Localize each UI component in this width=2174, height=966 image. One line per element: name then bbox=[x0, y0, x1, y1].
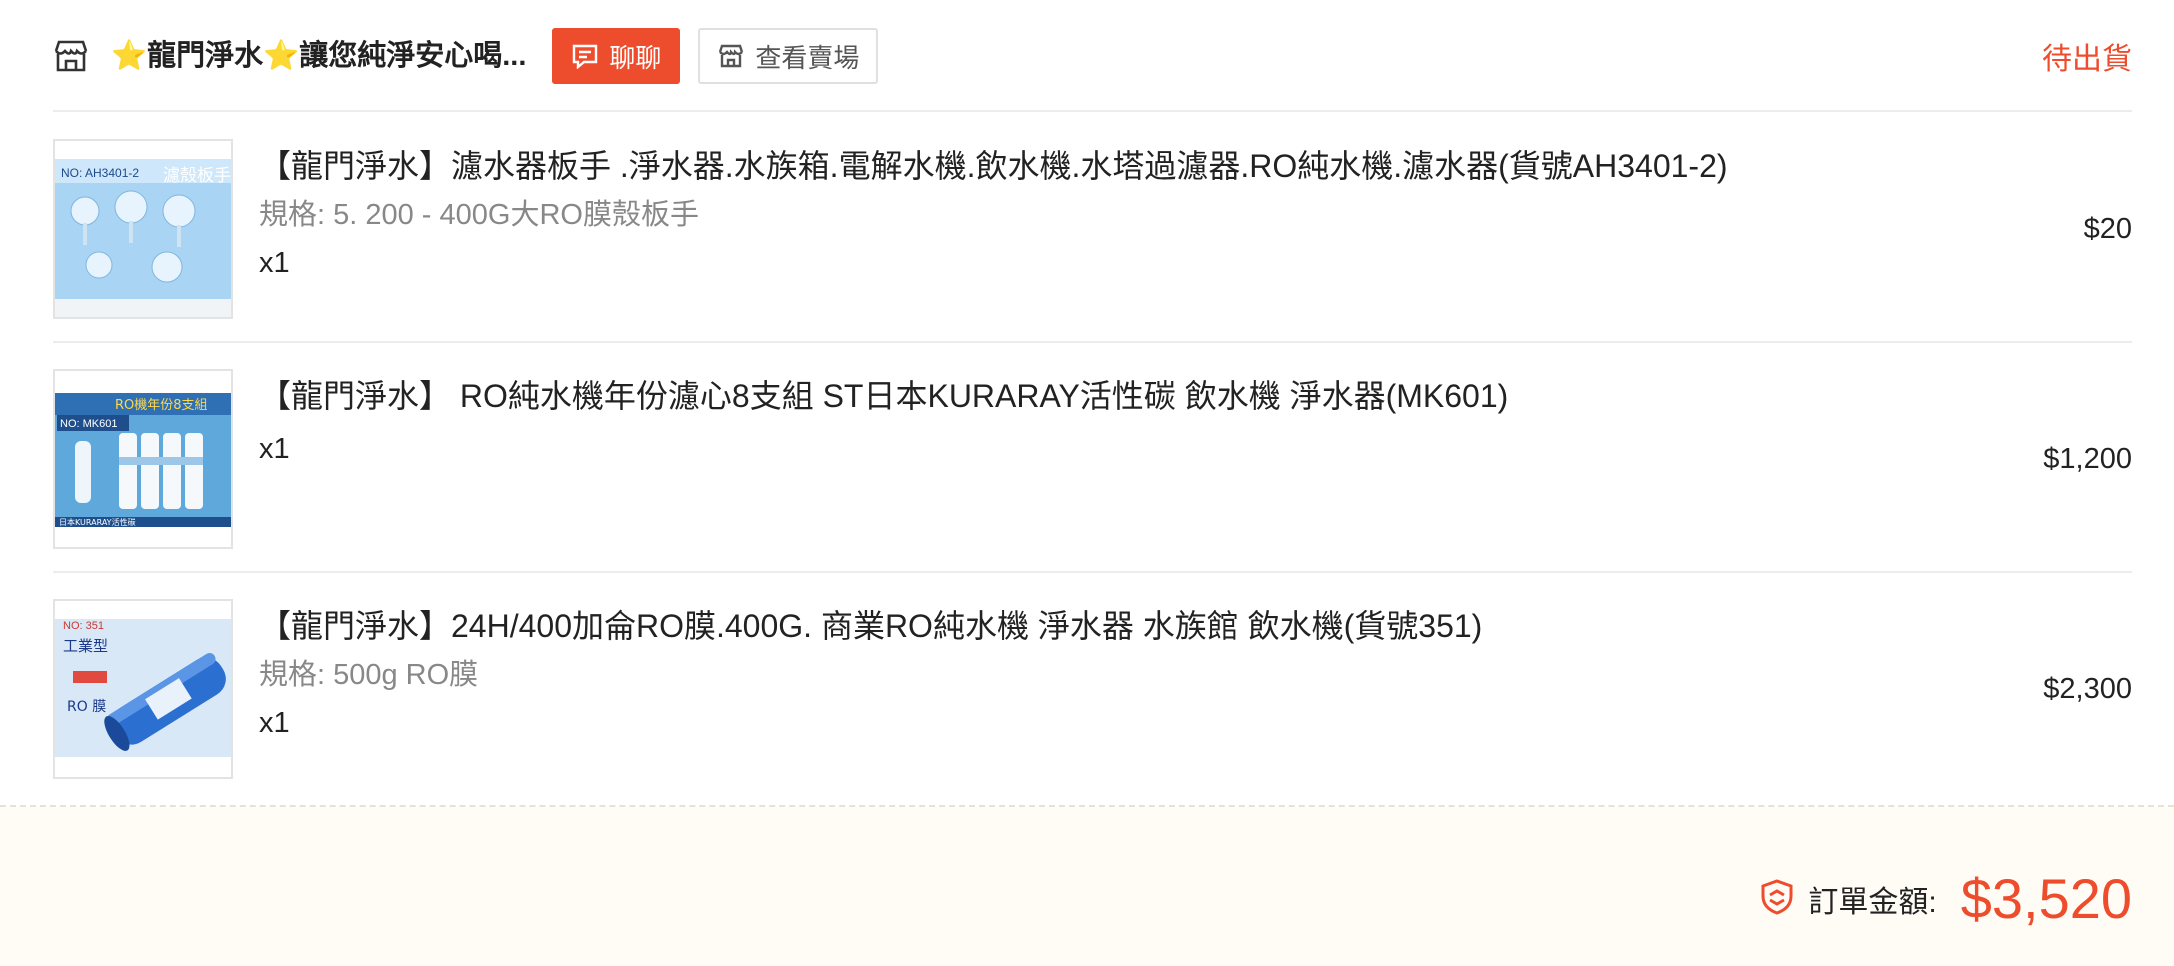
thumbnail-heading: RO機年份8支組 bbox=[115, 398, 208, 413]
product-title[interactable]: 【龍門淨水】濾水器板手 .淨水器.水族箱.電解水機.飲水機.水塔過濾器.RO純水… bbox=[259, 139, 1872, 193]
product-thumbnail[interactable]: NO: AH3401-2 濾殼板手 bbox=[53, 139, 233, 319]
shop-header: ⭐龍門淨水⭐讓您純淨安心喝... 聊聊 查看賣場 待出貨 bbox=[53, 28, 2132, 84]
header-divider bbox=[53, 110, 2132, 112]
shop-name[interactable]: ⭐龍門淨水⭐讓您純淨安心喝... bbox=[111, 36, 526, 76]
product-title[interactable]: 【龍門淨水】 RO純水機年份濾心8支組 ST日本KURARAY活性碳 飲水機 淨… bbox=[259, 369, 1872, 423]
thumbnail-heading: 濾殼板手 bbox=[163, 166, 231, 186]
thumbnail-code: NO: 351 bbox=[63, 620, 104, 632]
thumbnail-code: NO: MK601 bbox=[60, 418, 117, 430]
view-shop-button[interactable]: 查看賣場 bbox=[698, 28, 879, 84]
storefront-icon bbox=[719, 44, 744, 68]
item-divider bbox=[53, 571, 2132, 573]
order-card: ⭐龍門淨水⭐讓您純淨安心喝... 聊聊 查看賣場 待出貨 NO: AH3401-… bbox=[0, 0, 2174, 966]
product-variation: 規格: 500g RO膜 bbox=[259, 659, 479, 691]
item-divider bbox=[53, 341, 2132, 343]
product-row[interactable]: NO: AH3401-2 濾殼板手 【龍門淨水】濾水器板手 .淨水器.水族箱.電… bbox=[53, 139, 2132, 319]
thumbnail-heading: 工業型 bbox=[63, 637, 108, 655]
product-price: $20 bbox=[2083, 212, 2132, 245]
product-info: 【龍門淨水】 RO純水機年份濾心8支組 ST日本KURARAY活性碳 飲水機 淨… bbox=[259, 369, 1872, 475]
thumbnail-footer: 日本KURARAY活性碳 bbox=[59, 517, 136, 527]
chat-button-label: 聊聊 bbox=[609, 42, 662, 73]
total-label: 訂單金額: bbox=[1808, 886, 1937, 919]
order-total: 訂單金額: $3,520 bbox=[1760, 867, 2132, 931]
chat-button[interactable]: 聊聊 bbox=[552, 28, 681, 84]
chat-icon bbox=[573, 44, 598, 69]
product-price: $1,200 bbox=[2043, 442, 2132, 475]
order-status: 待出貨 bbox=[2042, 43, 2132, 76]
thumbnail-code: NO: AH3401-2 bbox=[61, 166, 139, 180]
product-variation: 規格: 5. 200 - 400G大RO膜殼板手 bbox=[259, 199, 699, 231]
order-footer: 訂單金額: $3,520 bbox=[0, 807, 2174, 966]
product-quantity: x1 bbox=[259, 433, 290, 465]
product-thumbnail[interactable]: NO: 351 工業型 RO 膜 bbox=[53, 599, 233, 779]
product-row[interactable]: NO: 351 工業型 RO 膜 【龍門淨水】24H/400加侖RO膜.400G… bbox=[53, 599, 2132, 779]
view-shop-button-label: 查看賣場 bbox=[755, 42, 860, 73]
shield-icon bbox=[1760, 878, 1794, 921]
product-quantity: x1 bbox=[259, 247, 290, 279]
total-amount: $3,520 bbox=[1960, 867, 2132, 930]
product-quantity: x1 bbox=[259, 707, 290, 739]
product-price: $2,300 bbox=[2043, 672, 2132, 705]
product-thumbnail[interactable]: RO機年份8支組 NO: MK601 日本KURARAY活性碳 bbox=[53, 369, 233, 549]
shop-icon bbox=[53, 38, 89, 74]
product-title[interactable]: 【龍門淨水】24H/400加侖RO膜.400G. 商業RO純水機 淨水器 水族館… bbox=[259, 599, 1872, 653]
product-info: 【龍門淨水】濾水器板手 .淨水器.水族箱.電解水機.飲水機.水塔過濾器.RO純水… bbox=[259, 139, 1872, 289]
product-row[interactable]: RO機年份8支組 NO: MK601 日本KURARAY活性碳 【龍門淨水】 R… bbox=[53, 369, 2132, 549]
product-info: 【龍門淨水】24H/400加侖RO膜.400G. 商業RO純水機 淨水器 水族館… bbox=[259, 599, 1872, 749]
thumbnail-subheading: RO 膜 bbox=[67, 699, 106, 715]
